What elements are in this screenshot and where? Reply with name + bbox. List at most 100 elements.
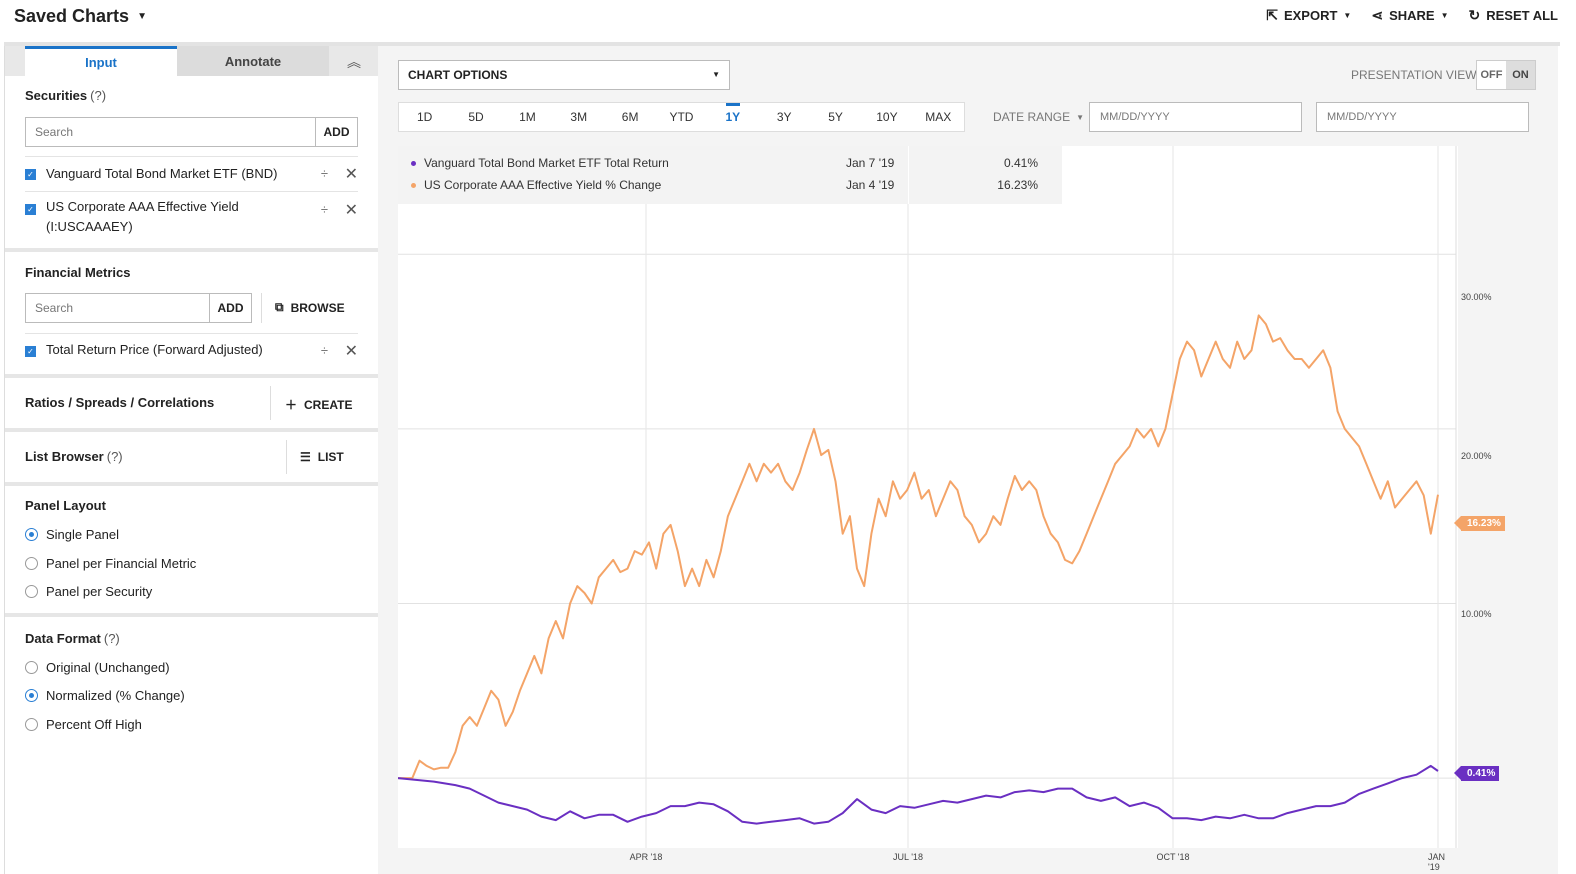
- radio-icon: [25, 585, 38, 598]
- page-title: Saved Charts: [14, 6, 130, 26]
- data-format-heading: Data Format (?): [25, 631, 120, 646]
- chart-legend: Vanguard Total Bond Market ETF Total Ret…: [398, 146, 1062, 204]
- export-button[interactable]: ⇱ EXPORT ▼: [1266, 7, 1351, 24]
- collapse-icon[interactable]: ︽: [347, 52, 361, 72]
- range-1y[interactable]: 1Y: [707, 103, 758, 131]
- x-tick-label: APR '18: [629, 852, 663, 862]
- browse-button[interactable]: ⧉ BROWSE: [275, 300, 345, 315]
- y-tick-label: 10.00%: [1461, 609, 1492, 619]
- chevron-down-icon: ▼: [1076, 112, 1085, 122]
- remove-icon[interactable]: ✕: [345, 200, 358, 220]
- chart-options-dropdown[interactable]: CHART OPTIONS ▼: [398, 60, 730, 90]
- data-format-option[interactable]: Original (Unchanged): [25, 660, 170, 675]
- data-format-option[interactable]: Normalized (% Change): [25, 688, 185, 703]
- radio-icon: [25, 661, 38, 674]
- range-5y[interactable]: 5Y: [810, 103, 861, 131]
- remove-icon[interactable]: ✕: [345, 164, 358, 184]
- bnd-end-label: 0.41%: [1453, 766, 1500, 781]
- list-browser-heading: List Browser (?): [25, 449, 123, 464]
- metric-checkbox[interactable]: ✓: [25, 346, 36, 357]
- plus-icon: ＋: [285, 398, 298, 412]
- series-dot-icon: [411, 160, 416, 166]
- range-1m[interactable]: 1M: [502, 103, 553, 131]
- security-checkbox[interactable]: ✓: [25, 204, 36, 215]
- list-button[interactable]: ☰ LIST: [300, 450, 344, 464]
- share-label: SHARE: [1389, 8, 1435, 23]
- remove-icon[interactable]: ✕: [345, 341, 358, 361]
- chevron-down-icon: ▼: [1343, 11, 1352, 20]
- input-panel: Input Annotate ︽ Securities (?) Search AD…: [4, 46, 379, 874]
- metrics-search: Search ADD: [25, 293, 252, 323]
- range-6m[interactable]: 6M: [604, 103, 655, 131]
- range-selector: 1D 5D 1M 3M 6M YTD 1Y 3Y 5Y 10Y MAX: [398, 102, 965, 132]
- date-to-input[interactable]: MM/DD/YYYY: [1316, 102, 1529, 132]
- create-label: CREATE: [304, 397, 353, 412]
- list-browser-title: List Browser: [25, 449, 104, 464]
- x-tick-label: JUL '18: [893, 852, 923, 862]
- panel-layout-option[interactable]: Single Panel: [25, 527, 119, 542]
- series-line-yield: [398, 314, 1439, 780]
- divider: [270, 386, 271, 420]
- toggle-off[interactable]: OFF: [1477, 61, 1506, 89]
- security-ticker: (I:USCAAAEY): [46, 219, 133, 234]
- securities-add-button[interactable]: ADD: [315, 118, 357, 146]
- range-3m[interactable]: 3M: [553, 103, 604, 131]
- line-chart[interactable]: Vanguard Total Bond Market ETF Total Ret…: [398, 146, 1505, 872]
- security-checkbox[interactable]: ✓: [25, 169, 36, 180]
- securities-title: Securities: [25, 88, 88, 103]
- legend-series-name: Vanguard Total Bond Market ETF Total Ret…: [424, 156, 669, 170]
- legend-value: 16.23%: [997, 178, 1038, 192]
- reset-all-button[interactable]: ↻ RESET ALL: [1469, 7, 1558, 24]
- help-icon[interactable]: (?): [90, 88, 106, 103]
- panel-layout-heading: Panel Layout: [25, 498, 106, 513]
- legend-item-yield: US Corporate AAA Effective Yield % Chang…: [411, 178, 1051, 192]
- help-icon[interactable]: (?): [107, 449, 123, 464]
- y-tick-label: 20.00%: [1461, 451, 1492, 461]
- top-bar: Saved Charts ▼ ⇱ EXPORT ▼ ⋖ SHARE ▼ ↻ RE…: [0, 0, 1576, 43]
- panel-tabs: Input Annotate ︽: [5, 46, 379, 76]
- data-format-option[interactable]: Percent Off High: [25, 717, 142, 732]
- option-label: Single Panel: [46, 527, 119, 542]
- yield-end-label: 16.23%: [1454, 516, 1505, 531]
- top-actions: ⇱ EXPORT ▼ ⋖ SHARE ▼ ↻ RESET ALL: [1266, 7, 1558, 24]
- radio-icon: [25, 718, 38, 731]
- tab-annotate[interactable]: Annotate: [177, 46, 329, 76]
- list-label: LIST: [317, 450, 344, 464]
- legend-item-bnd: Vanguard Total Bond Market ETF Total Ret…: [411, 156, 1051, 170]
- legend-divider: [908, 146, 909, 204]
- range-max[interactable]: MAX: [913, 103, 964, 131]
- section-divider: [5, 374, 379, 378]
- range-3y[interactable]: 3Y: [759, 103, 810, 131]
- x-tick-label: OCT '18: [1156, 852, 1190, 862]
- panel-layout-option[interactable]: Panel per Security: [25, 584, 152, 599]
- tab-input[interactable]: Input: [25, 46, 177, 76]
- date-from-input[interactable]: MM/DD/YYYY: [1089, 102, 1302, 132]
- security-label: Vanguard Total Bond Market ETF (BND): [46, 166, 278, 181]
- share-button[interactable]: ⋖ SHARE ▼: [1371, 7, 1448, 24]
- saved-charts-menu[interactable]: Saved Charts ▼: [14, 6, 147, 27]
- range-ytd[interactable]: YTD: [656, 103, 707, 131]
- securities-search-input[interactable]: Search: [26, 118, 315, 146]
- date-range-dropdown[interactable]: DATE RANGE ▼: [993, 110, 1084, 124]
- drag-handle-icon[interactable]: ÷: [321, 343, 328, 358]
- securities-search: Search ADD: [25, 117, 358, 147]
- create-button[interactable]: ＋ CREATE: [285, 396, 352, 413]
- range-10y[interactable]: 10Y: [861, 103, 912, 131]
- help-icon[interactable]: (?): [104, 631, 120, 646]
- ratios-heading: Ratios / Spreads / Correlations: [25, 395, 215, 410]
- range-1d[interactable]: 1D: [399, 103, 450, 131]
- toggle-on[interactable]: ON: [1506, 61, 1535, 89]
- range-5d[interactable]: 5D: [450, 103, 501, 131]
- option-label: Original (Unchanged): [46, 660, 170, 675]
- metrics-add-button[interactable]: ADD: [209, 294, 251, 322]
- option-label: Panel per Security: [46, 584, 153, 599]
- presentation-view-toggle[interactable]: OFF ON: [1476, 60, 1536, 90]
- drag-handle-icon[interactable]: ÷: [321, 202, 328, 217]
- legend-date: Jan 7 '19: [846, 156, 895, 170]
- drag-handle-icon[interactable]: ÷: [321, 166, 328, 181]
- metrics-search-input[interactable]: Search: [26, 294, 209, 322]
- option-label: Panel per Financial Metric: [46, 556, 197, 571]
- panel-layout-option[interactable]: Panel per Financial Metric: [25, 556, 196, 571]
- securities-heading: Securities (?): [25, 88, 106, 103]
- divider: [286, 440, 287, 474]
